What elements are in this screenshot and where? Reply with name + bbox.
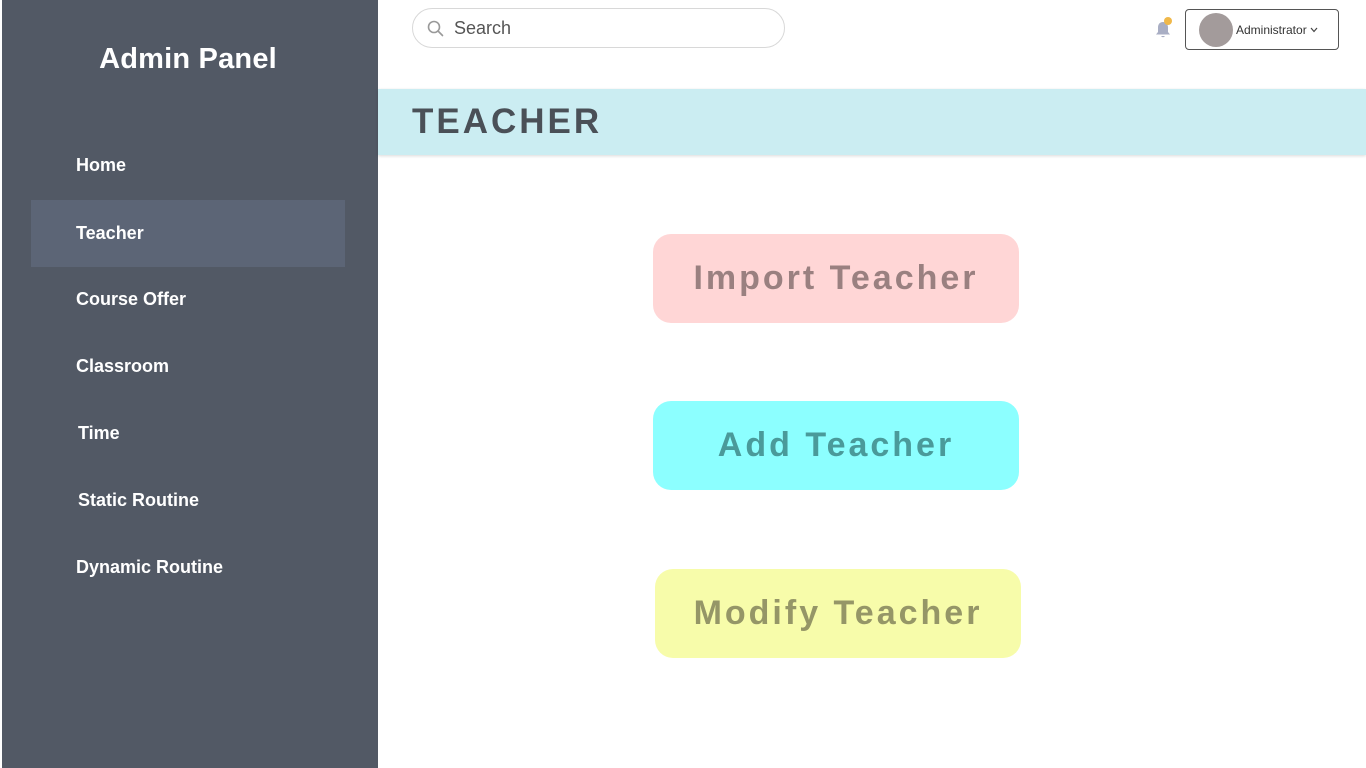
notifications-button[interactable] <box>1154 17 1174 40</box>
sidebar-item-label: Classroom <box>76 356 170 376</box>
sidebar-item-label: Course Offer <box>76 289 187 309</box>
user-name: Administrator <box>1236 22 1307 37</box>
search-icon <box>427 20 444 36</box>
avatar <box>1199 12 1233 47</box>
sidebar-item-static-routine[interactable]: Static Routine <box>31 467 345 534</box>
chevron-down-icon <box>1310 27 1318 32</box>
notification-badge <box>1164 17 1172 25</box>
modify-teacher-button[interactable]: Modify Teacher <box>655 569 1021 658</box>
sidebar-item-label: Teacher <box>76 223 144 243</box>
sidebar: Admin Panel Home Teacher Course Offer Cl… <box>2 0 378 768</box>
sidebar-item-course-offer[interactable]: Course Offer <box>31 266 345 333</box>
sidebar-item-time[interactable]: Time <box>31 400 345 467</box>
sidebar-item-teacher[interactable]: Teacher <box>31 200 345 267</box>
sidebar-item-dynamic-routine[interactable]: Dynamic Routine <box>31 534 345 601</box>
sidebar-item-classroom[interactable]: Classroom <box>31 333 345 400</box>
sidebar-item-home[interactable]: Home <box>31 132 345 199</box>
sidebar-item-label: Home <box>76 155 127 175</box>
sidebar-item-label: Dynamic Routine <box>76 557 224 577</box>
import-teacher-button[interactable]: Import Teacher <box>653 234 1019 323</box>
add-teacher-button[interactable]: Add Teacher <box>653 401 1019 490</box>
search-input[interactable] <box>454 17 754 39</box>
brand-title: Admin Panel <box>99 43 277 75</box>
search-box[interactable] <box>412 8 785 48</box>
sidebar-item-label: Time <box>78 423 120 443</box>
page-header: TEACHER <box>378 89 1366 155</box>
sidebar-item-label: Static Routine <box>78 490 200 510</box>
page-title: TEACHER <box>412 102 603 141</box>
user-menu[interactable]: Administrator <box>1185 9 1339 50</box>
